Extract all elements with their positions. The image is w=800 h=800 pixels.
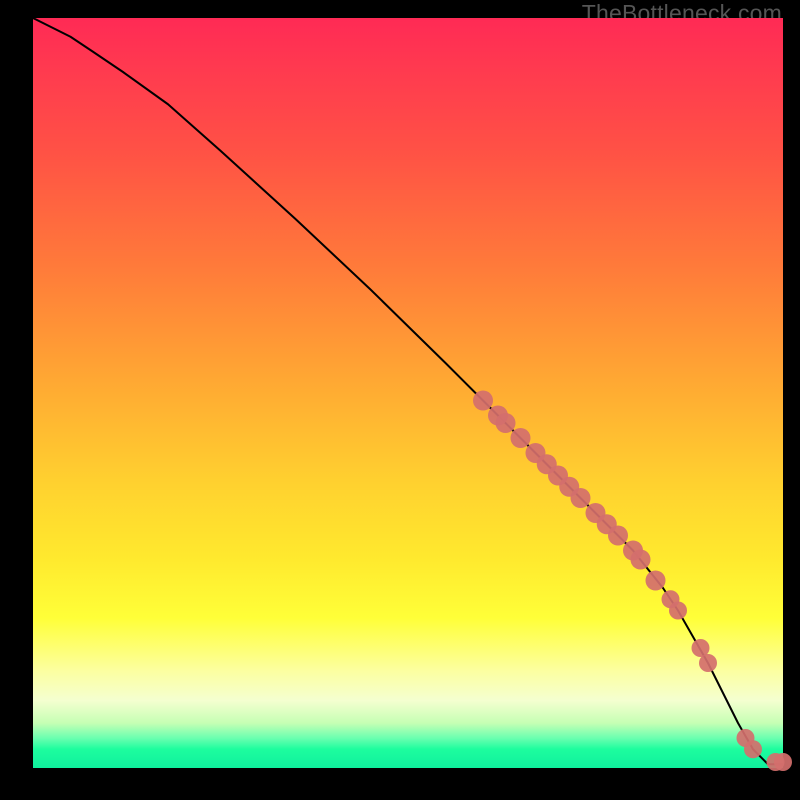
chart-marker — [473, 391, 493, 411]
bottleneck-curve — [33, 18, 783, 764]
chart-markers — [473, 391, 792, 772]
chart-plot-area — [33, 18, 783, 768]
chart-marker — [669, 602, 687, 620]
chart-marker — [774, 753, 792, 771]
chart-marker — [699, 654, 717, 672]
chart-marker — [646, 571, 666, 591]
chart-marker — [571, 488, 591, 508]
chart-marker — [631, 550, 651, 570]
chart-marker — [496, 413, 516, 433]
chart-marker — [744, 740, 762, 758]
chart-marker — [511, 428, 531, 448]
chart-marker — [608, 526, 628, 546]
chart-svg — [33, 18, 783, 768]
